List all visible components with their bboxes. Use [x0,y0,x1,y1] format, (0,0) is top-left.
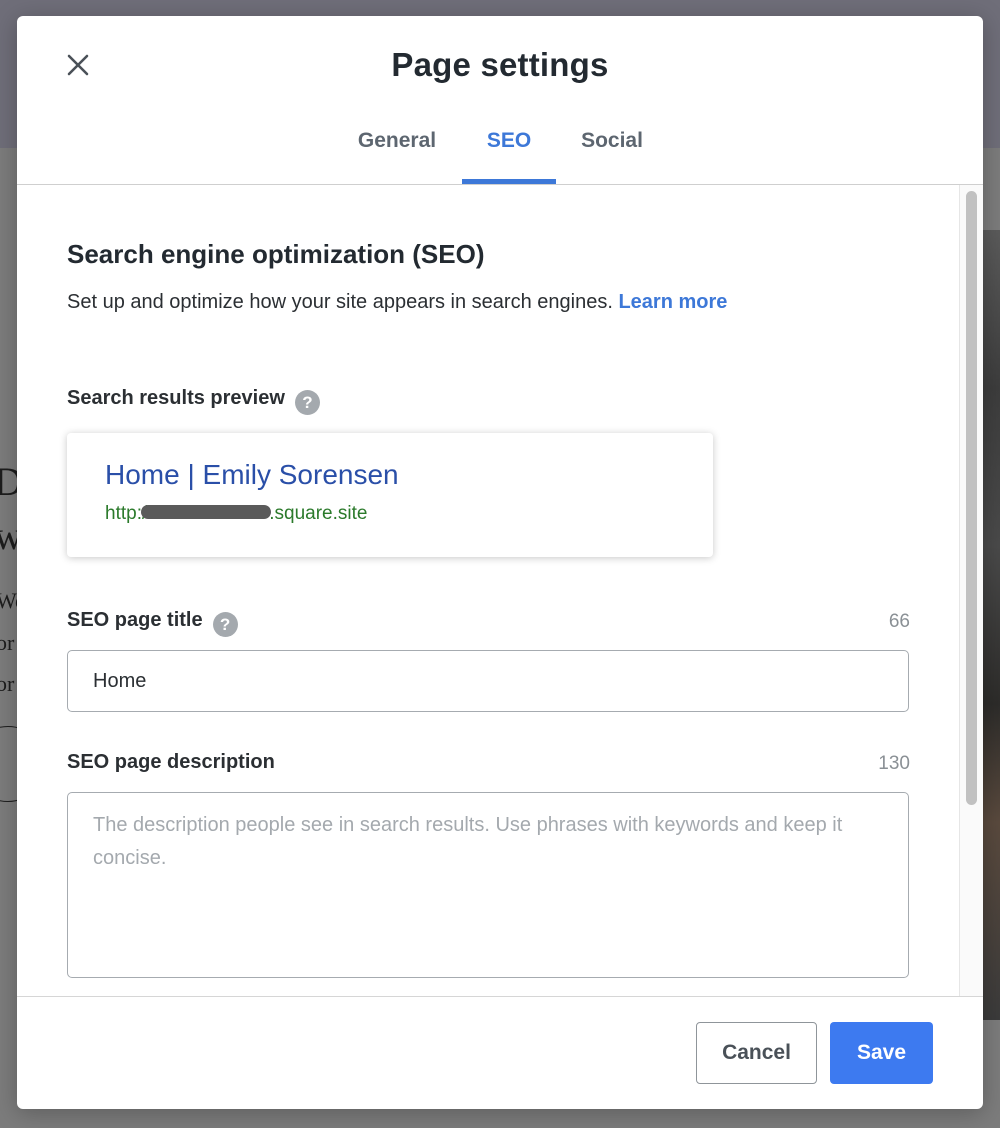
seo-title-label-row: SEO page title? [67,609,238,637]
help-icon[interactable]: ? [212,612,238,637]
cancel-button[interactable]: Cancel [696,1022,817,1084]
section-description: Set up and optimize how your site appear… [67,291,727,314]
scrollbar[interactable] [959,185,983,996]
background-paragraph-fragment: or [0,671,15,696]
search-results-preview: Home | Emily Sorensen http:/.square.site [67,433,713,557]
seo-description-label: SEO page description [67,751,275,773]
section-heading: Search engine optimization (SEO) [67,239,485,269]
learn-more-link[interactable]: Learn more [618,291,727,313]
tab-social[interactable]: Social [570,124,654,181]
tab-seo[interactable]: SEO [462,124,556,181]
seo-description-textarea[interactable] [67,792,909,978]
preview-url: http:/.square.site [105,503,367,525]
section-description-text: Set up and optimize how your site appear… [67,291,613,313]
preview-title: Home | Emily Sorensen [105,459,399,490]
seo-title-label: SEO page title [67,609,203,631]
scrollbar-thumb[interactable] [966,191,977,805]
help-icon[interactable]: ? [294,390,320,415]
preview-url-suffix: .square.site [269,503,368,524]
page-settings-modal: Page settings General SEO Social Search … [17,16,983,1109]
preview-label: Search results preview [67,387,285,409]
url-redaction [141,505,272,519]
seo-title-input[interactable] [67,650,909,712]
preview-label-row: Search results preview? [67,387,320,415]
background-paragraph-fragment: or [0,630,15,655]
modal-header: Page settings General SEO Social [17,16,983,185]
seo-description-char-count: 130 [878,753,910,774]
tab-general[interactable]: General [347,124,447,181]
seo-title-char-count: 66 [888,611,910,632]
save-button[interactable]: Save [830,1022,933,1084]
tab-bar: General SEO Social [17,124,983,184]
modal-footer: Cancel Save [17,996,983,1109]
modal-body: Search engine optimization (SEO) Set up … [17,185,983,996]
active-tab-indicator [462,179,556,184]
modal-title: Page settings [391,46,609,83]
